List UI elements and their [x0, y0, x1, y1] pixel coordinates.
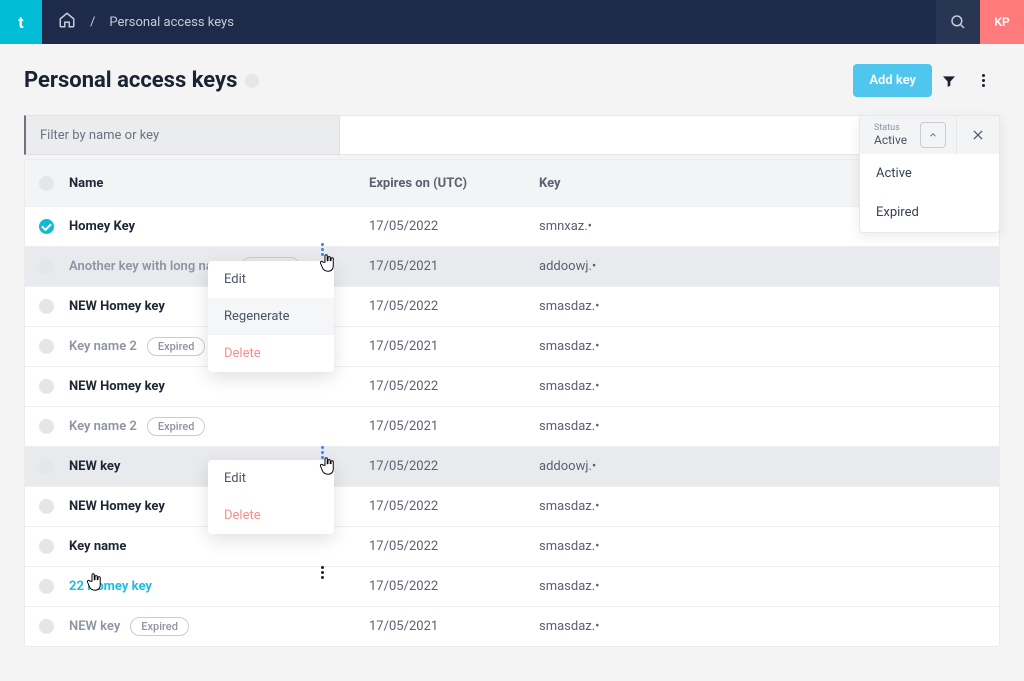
ctx-delete[interactable]: Delete: [208, 335, 334, 372]
row-expires: 17/05/2021: [369, 339, 539, 354]
row-key: smasdaz.•: [539, 539, 985, 554]
table-row[interactable]: NEW Homey key17/05/2022smasdaz.•: [25, 366, 999, 406]
expired-badge: Expired: [147, 417, 206, 436]
filter-input[interactable]: Filter by name or key: [24, 115, 340, 155]
filter-icon[interactable]: [932, 73, 966, 89]
ctx-regenerate[interactable]: Regenerate: [208, 298, 334, 335]
table-row[interactable]: NEW Homey key17/05/2022smasdaz.•: [25, 286, 999, 326]
row-context-menu: Edit Regenerate Delete: [208, 261, 334, 372]
row-checkbox[interactable]: [39, 579, 54, 594]
row-key: smasdaz.•: [539, 579, 985, 594]
ctx-delete[interactable]: Delete: [208, 497, 334, 534]
status-option-expired[interactable]: Expired: [860, 193, 999, 232]
avatar[interactable]: KP: [980, 0, 1024, 44]
row-expires: 17/05/2021: [369, 259, 539, 274]
row-name: NEW keyExpired: [69, 617, 369, 636]
brand-logo[interactable]: t: [0, 0, 42, 44]
row-actions-icon[interactable]: [321, 566, 324, 579]
row-key: addoowj.•: [539, 259, 985, 274]
row-key: smasdaz.•: [539, 419, 985, 434]
row-expires: 17/05/2022: [369, 579, 539, 594]
select-all-checkbox[interactable]: [39, 176, 54, 191]
help-icon[interactable]: [245, 74, 259, 88]
table-row[interactable]: Another key with long nameExpired17/05/2…: [25, 246, 999, 286]
expired-badge: Expired: [147, 337, 206, 356]
row-checkbox[interactable]: [39, 419, 54, 434]
status-filter-toggle[interactable]: Status Active: [860, 117, 920, 153]
row-expires: 17/05/2022: [369, 379, 539, 394]
row-expires: 17/05/2021: [369, 619, 539, 634]
row-checkbox[interactable]: [39, 459, 54, 474]
row-checkbox[interactable]: [39, 219, 54, 234]
expired-badge: Expired: [130, 617, 189, 636]
cursor-hand-icon: [319, 455, 337, 477]
row-expires: 17/05/2022: [369, 499, 539, 514]
row-checkbox[interactable]: [39, 619, 54, 634]
table-row[interactable]: NEW key17/05/2022addoowj.•: [25, 446, 999, 486]
page-title: Personal access keys: [24, 68, 237, 93]
row-key: smasdaz.•: [539, 499, 985, 514]
status-filter-dropdown: Status Active Active Expired: [859, 115, 1000, 233]
search-button[interactable]: [936, 0, 980, 44]
row-name: Key name: [69, 539, 369, 554]
home-icon[interactable]: [58, 11, 76, 33]
row-checkbox[interactable]: [39, 379, 54, 394]
cursor-hand-icon: [86, 571, 104, 593]
row-expires: 17/05/2021: [369, 419, 539, 434]
col-header-name[interactable]: Name: [69, 176, 369, 191]
row-expires: 17/05/2022: [369, 219, 539, 234]
row-context-menu: Edit Delete: [208, 460, 334, 534]
table-row[interactable]: 22 Homey key17/05/2022smasdaz.•: [25, 566, 999, 606]
row-name[interactable]: 22 Homey key: [69, 579, 369, 594]
row-name: NEW Homey key: [69, 379, 369, 394]
add-key-button[interactable]: Add key: [853, 64, 932, 97]
table-row[interactable]: Key name 2Expired17/05/2021smasdaz.•: [25, 326, 999, 366]
row-checkbox[interactable]: [39, 499, 54, 514]
breadcrumb-separator: /: [90, 15, 95, 30]
status-option-active[interactable]: Active: [860, 154, 999, 193]
row-key: smasdaz.•: [539, 339, 985, 354]
row-expires: 17/05/2022: [369, 299, 539, 314]
more-menu-icon[interactable]: [966, 74, 1000, 87]
cursor-hand-icon: [319, 252, 337, 274]
row-key: smasdaz.•: [539, 379, 985, 394]
row-key: smasdaz.•: [539, 619, 985, 634]
row-expires: 17/05/2022: [369, 459, 539, 474]
col-header-expires[interactable]: Expires on (UTC): [369, 176, 539, 191]
ctx-edit[interactable]: Edit: [208, 261, 334, 298]
ctx-edit[interactable]: Edit: [208, 460, 334, 497]
breadcrumb[interactable]: Personal access keys: [109, 15, 234, 30]
row-key: addoowj.•: [539, 459, 985, 474]
row-key: smasdaz.•: [539, 299, 985, 314]
close-icon[interactable]: [956, 116, 999, 154]
table-row[interactable]: Homey Key17/05/2022smnxaz.•: [25, 206, 999, 246]
table-row[interactable]: NEW Homey key17/05/2022smasdaz.•: [25, 486, 999, 526]
table-row[interactable]: Key name17/05/2022smasdaz.•: [25, 526, 999, 566]
table-row[interactable]: Key name 2Expired17/05/2021smasdaz.•: [25, 406, 999, 446]
row-name: Homey Key: [69, 219, 369, 234]
row-checkbox[interactable]: [39, 339, 54, 354]
keys-table: Name Expires on (UTC) Key Homey Key17/05…: [24, 159, 1000, 647]
row-checkbox[interactable]: [39, 259, 54, 274]
row-checkbox[interactable]: [39, 539, 54, 554]
row-expires: 17/05/2022: [369, 539, 539, 554]
row-checkbox[interactable]: [39, 299, 54, 314]
table-row[interactable]: NEW keyExpired17/05/2021smasdaz.•: [25, 606, 999, 646]
chevron-up-icon[interactable]: [920, 122, 946, 148]
row-name: Key name 2Expired: [69, 417, 369, 436]
